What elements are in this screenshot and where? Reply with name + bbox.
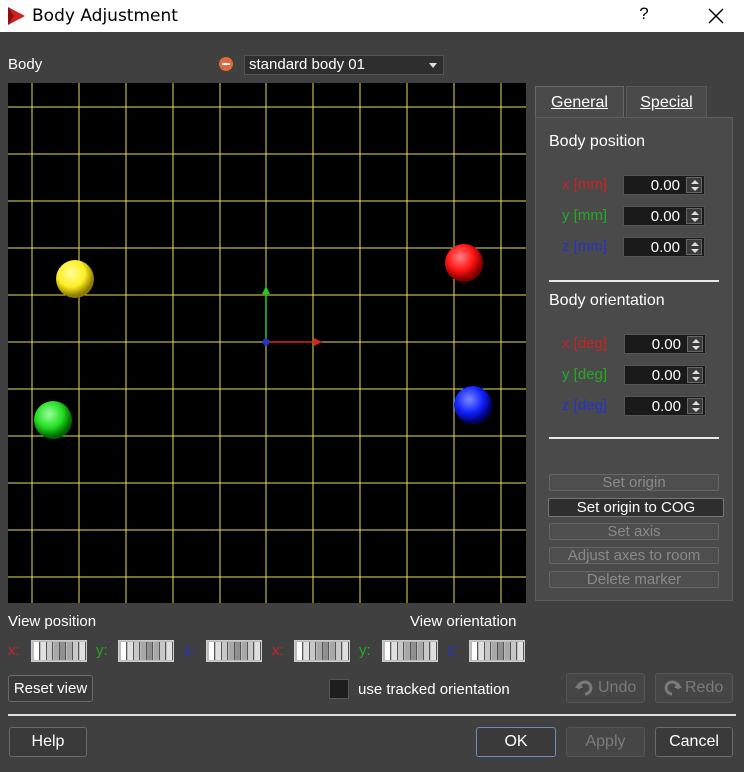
ori-y-value: 0.00 bbox=[651, 367, 681, 384]
ori-z-value: 0.00 bbox=[651, 398, 681, 415]
view-pos-z-wheel[interactable] bbox=[206, 640, 262, 662]
redo-label: Redo bbox=[685, 679, 724, 696]
body-select-value: standard body 01 bbox=[249, 56, 365, 73]
view-ori-z-label: z: bbox=[447, 642, 459, 659]
undo-label: Undo bbox=[598, 679, 637, 696]
red-marker[interactable] bbox=[445, 244, 483, 282]
body-select[interactable]: standard body 01 bbox=[244, 55, 444, 75]
help-title-button[interactable]: ? bbox=[630, 4, 658, 28]
pos-x-label: x [mm] bbox=[562, 176, 607, 193]
yellow-marker[interactable] bbox=[56, 260, 94, 298]
use-tracked-orientation-label: use tracked orientation bbox=[358, 681, 510, 698]
window-title: Body Adjustment bbox=[32, 6, 178, 26]
ori-x-value: 0.00 bbox=[651, 336, 681, 353]
divider bbox=[549, 280, 719, 282]
body-position-title: Body position bbox=[549, 133, 646, 150]
set-axis-button[interactable]: Set axis bbox=[549, 523, 719, 540]
spin-arrows-icon[interactable] bbox=[687, 336, 703, 352]
pos-z-spinbox[interactable]: 0.00 bbox=[623, 237, 705, 257]
redo-icon bbox=[664, 680, 682, 696]
spin-arrows-icon[interactable] bbox=[686, 239, 702, 255]
chevron-down-icon bbox=[429, 63, 437, 68]
ori-x-spinbox[interactable]: 0.00 bbox=[624, 334, 706, 354]
reset-view-button[interactable]: Reset view bbox=[8, 675, 93, 702]
view-ori-x-wheel[interactable] bbox=[294, 640, 350, 662]
ori-y-label: y [deg] bbox=[562, 366, 608, 383]
ori-y-spinbox[interactable]: 0.00 bbox=[624, 365, 706, 385]
cancel-button[interactable]: Cancel bbox=[655, 727, 733, 757]
app-logo-icon bbox=[8, 7, 25, 25]
view-pos-x-wheel[interactable] bbox=[31, 640, 87, 662]
pos-y-value: 0.00 bbox=[650, 208, 680, 225]
pos-z-label: z [mm] bbox=[562, 238, 607, 255]
view-ori-z-wheel[interactable] bbox=[469, 640, 525, 662]
view-position-label: View position bbox=[8, 613, 97, 630]
ok-button[interactable]: OK bbox=[476, 727, 556, 757]
set-origin-to-cog-button[interactable]: Set origin to COG bbox=[548, 498, 724, 517]
undo-button[interactable]: Undo bbox=[566, 673, 645, 703]
tab-general-label: General bbox=[551, 94, 608, 111]
pos-y-label: y [mm] bbox=[562, 207, 607, 224]
view-ori-y-label: y: bbox=[359, 642, 371, 659]
spin-arrows-icon[interactable] bbox=[687, 398, 703, 414]
view-pos-z-label: z: bbox=[184, 642, 196, 659]
ori-z-spinbox[interactable]: 0.00 bbox=[624, 396, 706, 416]
redo-button[interactable]: Redo bbox=[655, 673, 733, 703]
adjust-axes-to-room-button[interactable]: Adjust axes to room bbox=[549, 547, 719, 564]
tab-special[interactable]: Special bbox=[626, 86, 707, 118]
body-label: Body bbox=[8, 56, 43, 73]
spin-arrows-icon[interactable] bbox=[686, 177, 702, 193]
spin-arrows-icon[interactable] bbox=[687, 367, 703, 383]
delete-marker-button[interactable]: Delete marker bbox=[549, 571, 719, 588]
view-ori-x-label: x: bbox=[272, 642, 284, 659]
view-pos-y-wheel[interactable] bbox=[118, 640, 174, 662]
title-bar: Body Adjustment ? bbox=[0, 0, 744, 32]
green-marker[interactable] bbox=[34, 401, 72, 439]
view-pos-y-label: y: bbox=[96, 642, 108, 659]
pos-y-spinbox[interactable]: 0.00 bbox=[623, 206, 705, 226]
ori-x-label: x [deg] bbox=[562, 335, 608, 352]
view-ori-y-wheel[interactable] bbox=[382, 640, 438, 662]
viewport-canvas[interactable] bbox=[8, 83, 526, 603]
blue-marker[interactable] bbox=[454, 386, 492, 424]
tab-special-label: Special bbox=[640, 94, 693, 111]
view-pos-x-label: x: bbox=[8, 642, 20, 659]
view-orientation-label: View orientation bbox=[410, 613, 517, 630]
pos-x-value: 0.00 bbox=[650, 177, 680, 194]
close-icon[interactable] bbox=[700, 4, 730, 28]
pos-z-value: 0.00 bbox=[650, 239, 680, 256]
spin-arrows-icon[interactable] bbox=[686, 208, 702, 224]
body-3d-viewport[interactable] bbox=[8, 83, 526, 603]
remove-body-icon[interactable] bbox=[219, 57, 233, 71]
undo-icon bbox=[575, 680, 593, 696]
set-origin-button[interactable]: Set origin bbox=[549, 474, 719, 491]
apply-button[interactable]: Apply bbox=[566, 727, 645, 757]
body-orientation-title: Body orientation bbox=[549, 292, 665, 309]
footer-divider bbox=[8, 714, 736, 716]
pos-x-spinbox[interactable]: 0.00 bbox=[623, 175, 705, 195]
use-tracked-orientation-checkbox[interactable] bbox=[329, 679, 349, 699]
help-button[interactable]: Help bbox=[9, 727, 87, 757]
ori-z-label: z [deg] bbox=[562, 397, 608, 414]
tab-general[interactable]: General bbox=[535, 86, 624, 118]
divider bbox=[549, 437, 719, 439]
